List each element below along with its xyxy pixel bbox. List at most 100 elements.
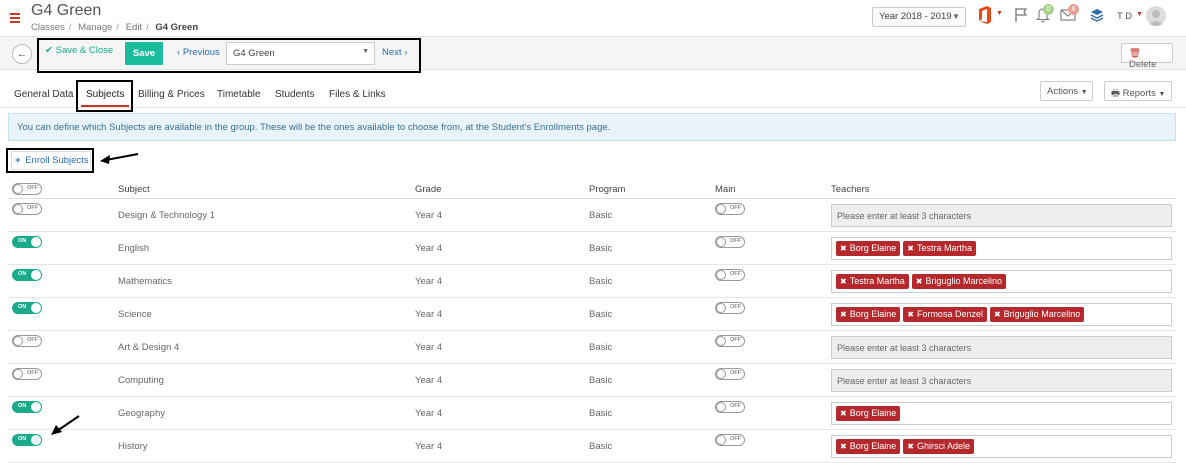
enabled-toggle[interactable]: OFF	[12, 368, 42, 380]
grade-cell: Year 4	[415, 210, 443, 221]
remove-icon[interactable]: ✖	[916, 277, 923, 286]
delete-button[interactable]: 🗑 Delete	[1121, 43, 1173, 70]
year-select-value: Year 2018 - 2019	[879, 11, 952, 22]
remove-icon[interactable]: ✖	[994, 310, 1001, 319]
subject-cell: History	[118, 441, 148, 452]
back-button[interactable]: ←	[12, 44, 32, 64]
teacher-name: Borg Elaine	[849, 441, 897, 451]
remove-icon[interactable]: ✖	[840, 244, 847, 253]
enabled-toggle[interactable]: ON	[12, 236, 42, 248]
column-header-main[interactable]: Main	[715, 184, 736, 195]
teacher-name: Briguglio Marcelino	[925, 276, 1002, 286]
remove-icon[interactable]: ✖	[840, 310, 847, 319]
enabled-toggle[interactable]: ON	[12, 434, 42, 446]
column-header-teachers[interactable]: Teachers	[831, 184, 870, 195]
teachers-input[interactable]: ✖ Borg Elaine ✖ Testra Martha	[831, 237, 1172, 260]
avatar[interactable]	[1146, 6, 1166, 26]
main-toggle[interactable]: OFF	[715, 434, 745, 446]
column-header-program[interactable]: Program	[589, 184, 625, 195]
teacher-name: Ghirsci Adele	[916, 441, 970, 451]
main-toggle[interactable]: OFF	[715, 335, 745, 347]
subject-cell: Design & Technology 1	[118, 210, 215, 221]
main-toggle[interactable]: OFF	[715, 302, 745, 314]
enabled-toggle[interactable]: ON	[12, 302, 42, 314]
remove-icon[interactable]: ✖	[907, 244, 914, 253]
tab-general-data[interactable]: General Data	[14, 89, 73, 100]
column-header-grade[interactable]: Grade	[415, 184, 441, 195]
tab-students[interactable]: Students	[275, 89, 314, 100]
page-title: G4 Green	[31, 2, 102, 19]
chevron-down-icon: ▼	[1158, 91, 1166, 98]
teacher-name: Testra Martha	[849, 276, 905, 286]
breadcrumb-item[interactable]: Edit	[126, 22, 142, 33]
teachers-input[interactable]: ✖ Borg Elaine ✖ Ghirsci Adele	[831, 435, 1172, 458]
teacher-tag: ✖ Briguglio Marcelino	[989, 307, 1085, 322]
teachers-input[interactable]: Please enter at least 3 characters	[831, 369, 1172, 392]
chevron-down-icon[interactable]: ▼	[1136, 11, 1143, 18]
flag-icon[interactable]	[1014, 7, 1028, 23]
teacher-tag: ✖ Borg Elaine	[836, 439, 901, 454]
printer-icon: 🖶	[1111, 88, 1120, 99]
remove-icon[interactable]: ✖	[907, 310, 914, 319]
chevron-down-icon: ▼	[1080, 89, 1088, 96]
tab-billing-prices[interactable]: Billing & Prices	[138, 89, 205, 100]
trash-icon: 🗑	[1129, 48, 1142, 59]
enabled-toggle[interactable]: ON	[12, 269, 42, 281]
teacher-tag: ✖ Borg Elaine	[836, 406, 901, 421]
teacher-tag: ✖ Formosa Denzel	[903, 307, 987, 322]
teacher-name: Borg Elaine	[849, 408, 897, 418]
teachers-placeholder: Please enter at least 3 characters	[837, 343, 972, 353]
notification-count-badge: 0	[1043, 4, 1054, 15]
user-initials[interactable]: T D	[1117, 11, 1132, 22]
table-row: OFF Art & Design 4 Year 4 Basic OFF Please en…	[8, 331, 1176, 364]
breadcrumb-item[interactable]: Classes	[31, 22, 65, 33]
grade-cell: Year 4	[415, 441, 443, 452]
remove-icon[interactable]: ✖	[907, 442, 914, 451]
main-toggle[interactable]: OFF	[715, 401, 745, 413]
tab-bar: General Data Subjects Billing & Prices T…	[0, 80, 1186, 108]
office-icon[interactable]	[978, 6, 992, 24]
annotation-arrow	[100, 153, 139, 164]
highlight-box-toolbar	[37, 38, 421, 73]
select-all-toggle[interactable]: OFF	[12, 183, 42, 195]
teachers-input[interactable]: ✖ Borg Elaine ✖ Formosa Denzel ✖ Briguglio Ma…	[831, 303, 1172, 326]
chevron-down-icon[interactable]: ▼	[996, 10, 1003, 17]
teachers-input[interactable]: ✖ Testra Martha ✖ Briguglio Marcelino	[831, 270, 1172, 293]
teachers-input[interactable]: Please enter at least 3 characters	[831, 204, 1172, 227]
column-header-subject[interactable]: Subject	[118, 184, 150, 195]
reports-button[interactable]: 🖶 Reports ▼	[1104, 81, 1172, 101]
menu-icon[interactable]	[10, 13, 20, 25]
tab-timetable[interactable]: Timetable	[217, 89, 261, 100]
remove-icon[interactable]: ✖	[840, 277, 847, 286]
enabled-toggle[interactable]: OFF	[12, 335, 42, 347]
grade-cell: Year 4	[415, 408, 443, 419]
remove-icon[interactable]: ✖	[840, 442, 847, 451]
subject-cell: Geography	[118, 408, 166, 419]
table-row: ON English Year 4 Basic OFF ✖ Borg Elaine ✖ Test…	[8, 232, 1176, 265]
grade-cell: Year 4	[415, 243, 443, 254]
teachers-input[interactable]: Please enter at least 3 characters	[831, 336, 1172, 359]
teacher-name: Briguglio Marcelino	[1003, 309, 1081, 319]
subject-cell: Art & Design 4	[118, 342, 180, 353]
breadcrumb-current: G4 Green	[155, 22, 199, 33]
main-toggle[interactable]: OFF	[715, 236, 745, 248]
actions-button[interactable]: Actions ▼	[1040, 81, 1093, 101]
main-toggle[interactable]: OFF	[715, 368, 745, 380]
main-toggle[interactable]: OFF	[715, 203, 745, 215]
enabled-toggle[interactable]: OFF	[12, 203, 42, 215]
teachers-placeholder: Please enter at least 3 characters	[837, 376, 972, 386]
app-header: G4 Green Classes / Manage / Edit / G4 Green…	[0, 0, 1186, 36]
tab-files-links[interactable]: Files & Links	[329, 89, 386, 100]
program-cell: Basic	[589, 276, 613, 287]
year-select[interactable]: Year 2018 - 2019 ▼	[872, 7, 966, 27]
teachers-input[interactable]: ✖ Borg Elaine	[831, 402, 1172, 425]
chevron-down-icon: ▼	[952, 12, 960, 21]
info-alert: You can define which Subjects are availa…	[8, 113, 1176, 141]
layers-icon[interactable]	[1090, 7, 1104, 23]
enabled-toggle[interactable]: ON	[12, 401, 42, 413]
subject-cell: Mathematics	[118, 276, 172, 287]
breadcrumb-item[interactable]: Manage	[78, 22, 112, 33]
remove-icon[interactable]: ✖	[840, 409, 847, 418]
teacher-name: Testra Martha	[916, 243, 972, 253]
main-toggle[interactable]: OFF	[715, 269, 745, 281]
